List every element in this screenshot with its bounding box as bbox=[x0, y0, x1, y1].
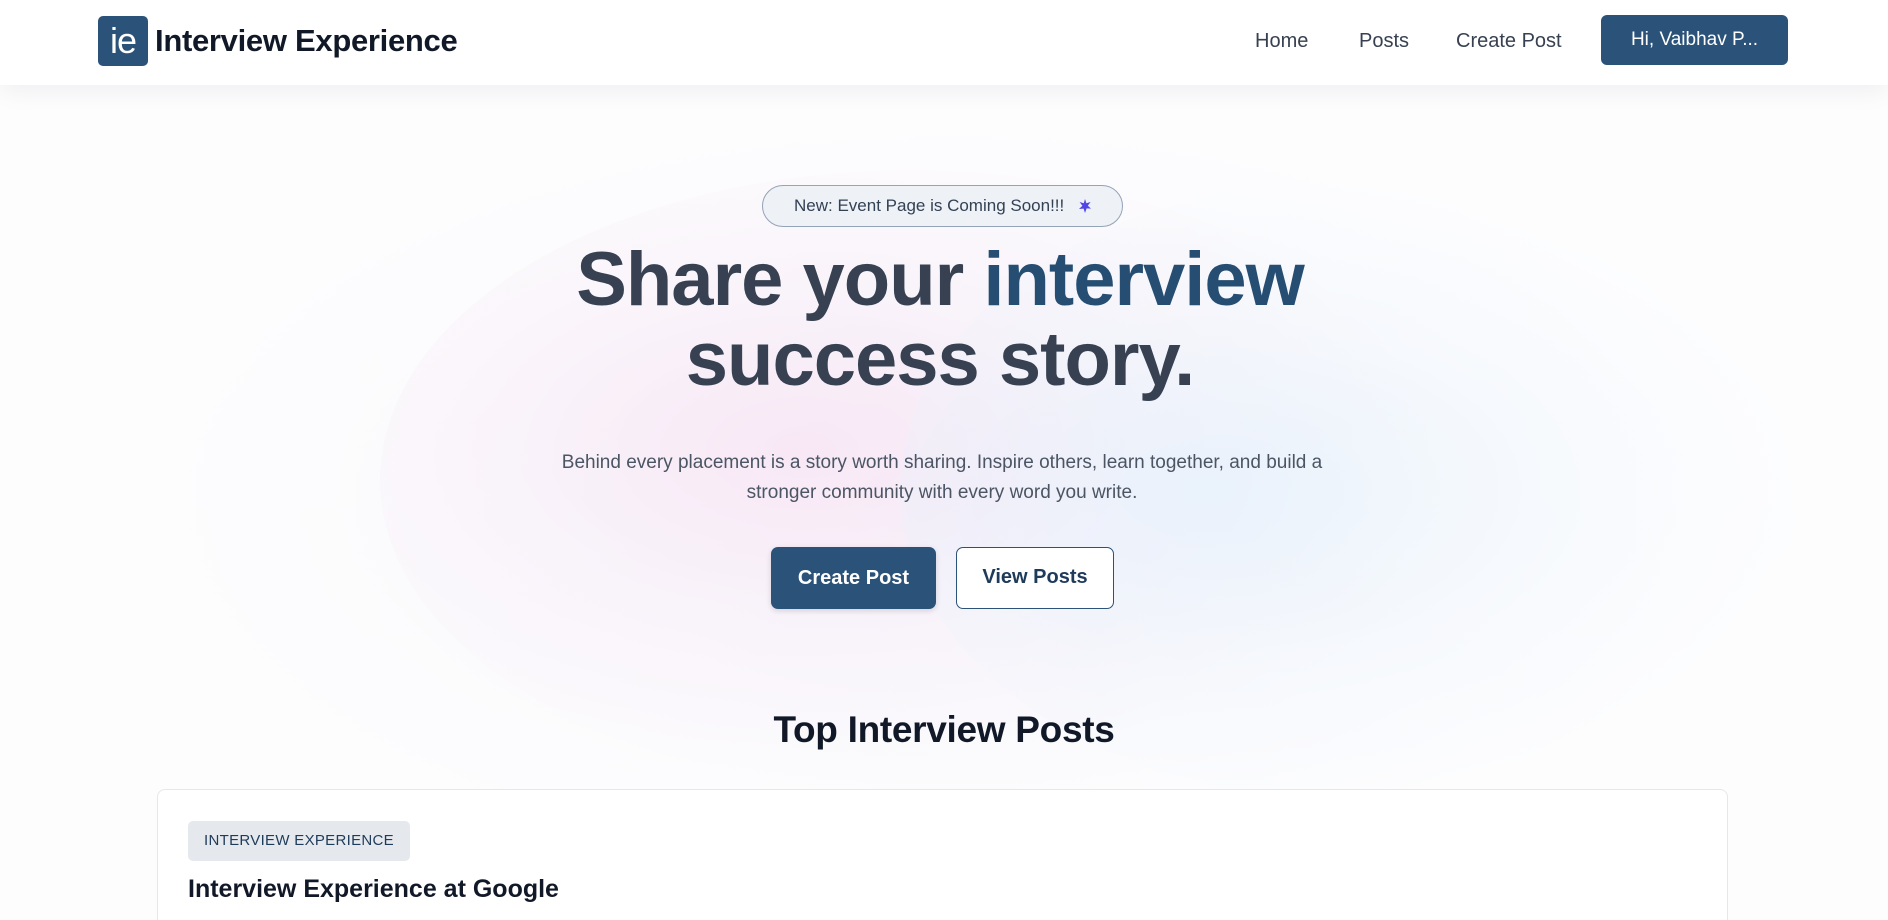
site-header: ie Interview Experience Home Posts Creat… bbox=[0, 0, 1888, 85]
nav-create-post-link[interactable]: Create Post bbox=[1456, 26, 1562, 56]
sparkle-icon bbox=[1079, 199, 1091, 213]
nav-home-link[interactable]: Home bbox=[1255, 26, 1308, 56]
announcement-pill[interactable]: New: Event Page is Coming Soon!!! bbox=[762, 185, 1123, 227]
post-title[interactable]: Interview Experience at Google bbox=[188, 871, 559, 907]
top-posts-title: Top Interview Posts bbox=[773, 709, 1115, 750]
create-post-button[interactable]: Create Post bbox=[771, 547, 936, 609]
user-menu-button[interactable]: Hi, Vaibhav P... bbox=[1601, 15, 1788, 65]
view-posts-button[interactable]: View Posts bbox=[956, 547, 1114, 609]
logo-icon[interactable]: ie bbox=[98, 16, 148, 66]
brand-name[interactable]: Interview Experience bbox=[155, 19, 458, 63]
hero-subtitle-line-1: Behind every placement is a story worth … bbox=[561, 452, 1323, 473]
hero-title-line-2: success story. bbox=[685, 317, 1195, 402]
announcement-text: New: Event Page is Coming Soon!!! bbox=[794, 196, 1065, 215]
hero-title-line-1: Share your interview bbox=[440, 240, 1440, 320]
hero-title: Share your interview success story. bbox=[440, 240, 1440, 400]
nav-posts-link[interactable]: Posts bbox=[1359, 26, 1409, 56]
post-card[interactable]: INTERVIEW EXPERIENCE Interview Experienc… bbox=[157, 789, 1728, 920]
hero-title-part: Share your bbox=[576, 237, 984, 322]
page: ie Interview Experience Home Posts Creat… bbox=[0, 0, 1888, 920]
hero-subtitle-line-2: stronger community with every word you w… bbox=[746, 482, 1138, 503]
hero-title-accent: interview bbox=[983, 237, 1304, 322]
hero-subtitle: Behind every placement is a story worth … bbox=[520, 448, 1364, 508]
post-tag-badge: INTERVIEW EXPERIENCE bbox=[188, 821, 410, 861]
